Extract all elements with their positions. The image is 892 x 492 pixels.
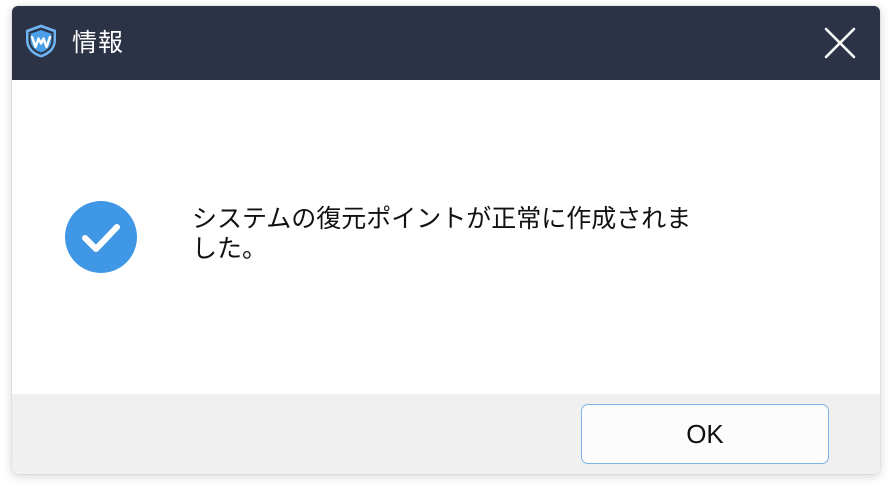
message-text: システムの復元ポイントが正常に作成されました。	[192, 204, 692, 263]
wise-shield-logo-icon	[23, 23, 59, 59]
dialog-content: システムの復元ポイントが正常に作成されました。	[12, 80, 880, 394]
close-button[interactable]	[812, 14, 868, 72]
ok-button[interactable]: OK	[581, 404, 829, 464]
checkmark-circle-icon	[64, 200, 138, 274]
window-title: 情報	[72, 28, 125, 57]
button-bar: OK	[12, 394, 880, 474]
title-bar: 情報	[12, 6, 880, 80]
info-dialog: 情報 システムの復元ポイントが正常に作成されました。 OK	[12, 6, 880, 474]
